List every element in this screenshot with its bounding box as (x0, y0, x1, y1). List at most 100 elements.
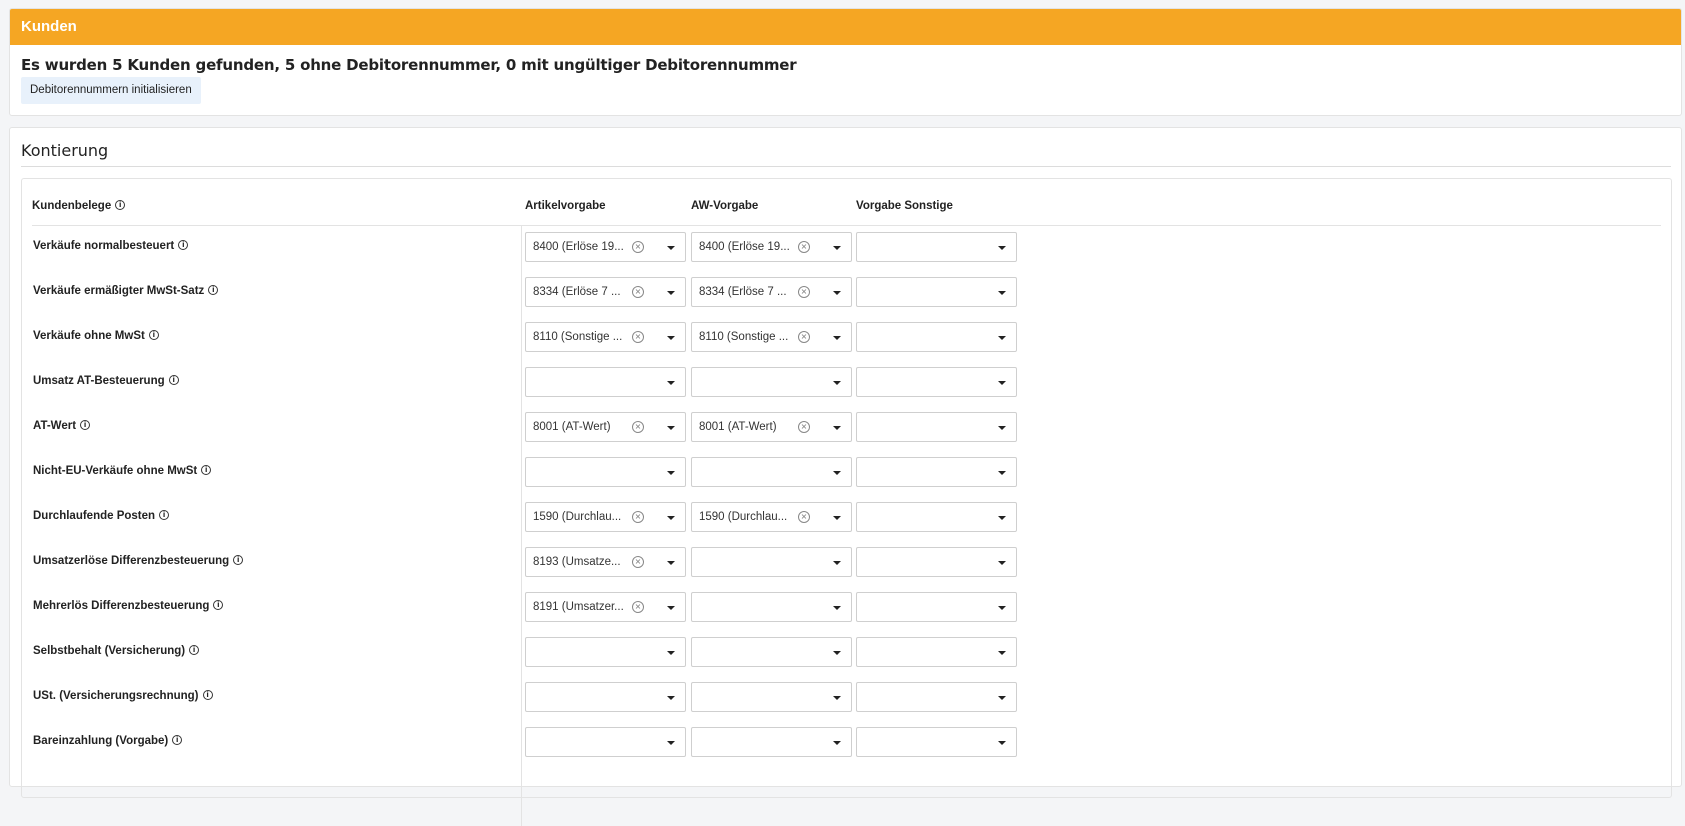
clear-icon[interactable]: × (632, 286, 644, 298)
artikel-select[interactable] (525, 727, 686, 757)
caret-down-icon[interactable] (833, 246, 841, 250)
caret-down-icon[interactable] (998, 246, 1006, 250)
info-icon[interactable]: i (159, 509, 170, 520)
info-icon[interactable]: i (168, 374, 179, 385)
caret-down-icon[interactable] (667, 651, 675, 655)
row-label: Verkäufe normalbesteuert i (33, 239, 189, 252)
caret-down-icon[interactable] (998, 471, 1006, 475)
sonstige-select[interactable] (856, 232, 1017, 262)
sonstige-select[interactable] (856, 367, 1017, 397)
caret-down-icon[interactable] (833, 471, 841, 475)
sonstige-select[interactable] (856, 592, 1017, 622)
sonstige-select[interactable] (856, 502, 1017, 532)
clear-icon[interactable]: × (798, 241, 810, 253)
info-icon[interactable]: i (80, 419, 91, 430)
caret-down-icon[interactable] (998, 561, 1006, 565)
aw-select[interactable]: 8400 (Erlöse 19... × (691, 232, 852, 262)
sonstige-select[interactable] (856, 277, 1017, 307)
sonstige-select[interactable] (856, 547, 1017, 577)
info-icon[interactable]: i (172, 734, 183, 745)
clear-icon[interactable]: × (798, 421, 810, 433)
artikel-select[interactable] (525, 637, 686, 667)
info-icon[interactable]: i (201, 464, 212, 475)
aw-select[interactable] (691, 457, 852, 487)
clear-icon[interactable]: × (632, 511, 644, 523)
caret-down-icon[interactable] (998, 291, 1006, 295)
info-icon[interactable]: i (202, 689, 213, 700)
caret-down-icon[interactable] (833, 426, 841, 430)
aw-select[interactable]: 8001 (AT-Wert) × (691, 412, 852, 442)
aw-select[interactable] (691, 637, 852, 667)
info-icon[interactable]: i (189, 644, 200, 655)
aw-select[interactable] (691, 367, 852, 397)
aw-select[interactable]: 1590 (Durchlau... × (691, 502, 852, 532)
caret-down-icon[interactable] (833, 381, 841, 385)
artikel-select[interactable]: 8001 (AT-Wert) × (525, 412, 686, 442)
aw-select[interactable]: 8334 (Erlöse 7 ... × (691, 277, 852, 307)
caret-down-icon[interactable] (667, 336, 675, 340)
aw-select[interactable]: 8110 (Sonstige ... × (691, 322, 852, 352)
artikel-select[interactable]: 8334 (Erlöse 7 ... × (525, 277, 686, 307)
info-icon[interactable]: i (208, 284, 219, 295)
sonstige-select[interactable] (856, 457, 1017, 487)
sonstige-select[interactable] (856, 322, 1017, 352)
clear-icon[interactable]: × (798, 331, 810, 343)
caret-down-icon[interactable] (667, 606, 675, 610)
clear-icon[interactable]: × (632, 601, 644, 613)
clear-icon[interactable]: × (632, 331, 644, 343)
info-icon[interactable]: i (213, 599, 224, 610)
clear-icon[interactable]: × (798, 511, 810, 523)
sonstige-select[interactable] (856, 682, 1017, 712)
caret-down-icon[interactable] (833, 651, 841, 655)
caret-down-icon[interactable] (667, 291, 675, 295)
caret-down-icon[interactable] (667, 381, 675, 385)
aw-select[interactable] (691, 682, 852, 712)
caret-down-icon[interactable] (667, 561, 675, 565)
artikel-select[interactable] (525, 367, 686, 397)
info-icon[interactable]: i (233, 554, 244, 565)
caret-down-icon[interactable] (998, 381, 1006, 385)
caret-down-icon[interactable] (833, 741, 841, 745)
caret-down-icon[interactable] (833, 336, 841, 340)
caret-down-icon[interactable] (998, 741, 1006, 745)
caret-down-icon[interactable] (998, 336, 1006, 340)
caret-down-icon[interactable] (833, 516, 841, 520)
clear-icon[interactable]: × (798, 286, 810, 298)
caret-down-icon[interactable] (998, 606, 1006, 610)
clear-icon[interactable]: × (632, 556, 644, 568)
artikel-select[interactable]: 8193 (Umsatze... × (525, 547, 686, 577)
caret-down-icon[interactable] (998, 426, 1006, 430)
init-debitor-button[interactable]: Debitorennummern initialisieren (21, 77, 201, 104)
artikel-select[interactable]: 8110 (Sonstige ... × (525, 322, 686, 352)
artikel-select[interactable]: 8191 (Umsatzer... × (525, 592, 686, 622)
caret-down-icon[interactable] (833, 606, 841, 610)
sonstige-select[interactable] (856, 637, 1017, 667)
caret-down-icon[interactable] (667, 696, 675, 700)
caret-down-icon[interactable] (998, 696, 1006, 700)
caret-down-icon[interactable] (833, 696, 841, 700)
artikel-select[interactable] (525, 457, 686, 487)
caret-down-icon[interactable] (833, 291, 841, 295)
sonstige-select[interactable] (856, 412, 1017, 442)
caret-down-icon[interactable] (998, 516, 1006, 520)
clear-icon[interactable]: × (632, 241, 644, 253)
clear-icon[interactable]: × (632, 421, 644, 433)
artikel-select[interactable]: 1590 (Durchlau... × (525, 502, 686, 532)
aw-select[interactable] (691, 727, 852, 757)
caret-down-icon[interactable] (667, 741, 675, 745)
artikel-select[interactable]: 8400 (Erlöse 19... × (525, 232, 686, 262)
caret-down-icon[interactable] (667, 426, 675, 430)
caret-down-icon[interactable] (833, 561, 841, 565)
caret-down-icon[interactable] (998, 651, 1006, 655)
caret-down-icon[interactable] (667, 471, 675, 475)
caret-down-icon[interactable] (667, 516, 675, 520)
info-icon[interactable]: i (148, 329, 159, 340)
info-icon[interactable]: i (115, 199, 126, 210)
sonstige-select[interactable] (856, 727, 1017, 757)
aw-select[interactable] (691, 592, 852, 622)
caret-down-icon[interactable] (667, 246, 675, 250)
artikel-select[interactable] (525, 682, 686, 712)
header-artikelvorgabe: Artikelvorgabe (525, 200, 606, 212)
info-icon[interactable]: i (178, 239, 189, 250)
aw-select[interactable] (691, 547, 852, 577)
